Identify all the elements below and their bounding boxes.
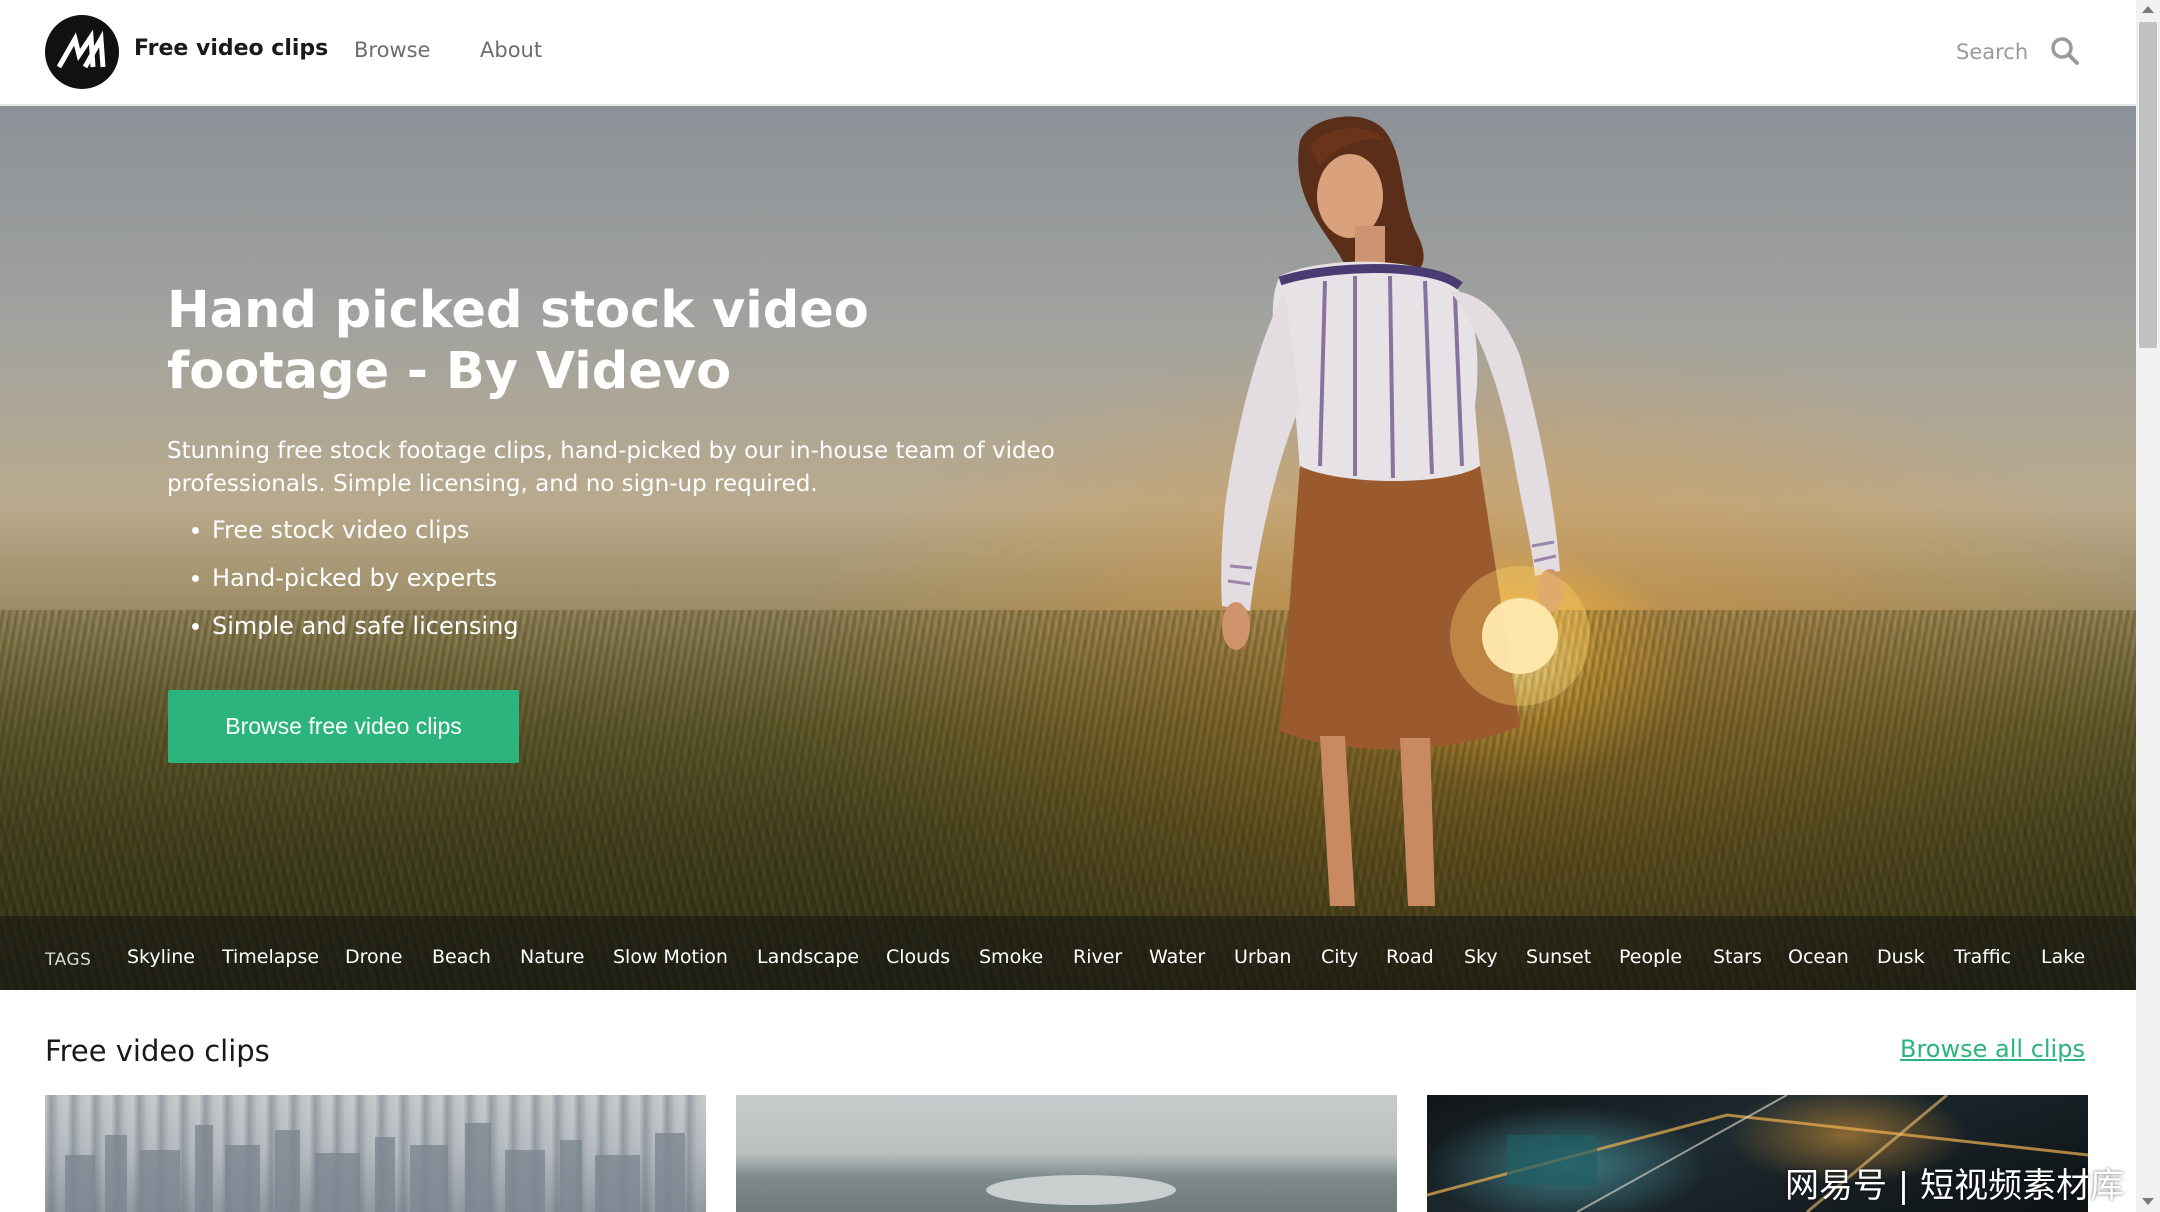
hero-subtitle: Stunning free stock footage clips, hand-… [167, 438, 1055, 497]
tag-link[interactable]: Beach [432, 946, 491, 968]
scroll-up-arrow-icon[interactable] [2142, 6, 2154, 13]
hero-banner: Hand picked stock video footage - By Vid… [0, 106, 2136, 990]
clip-thumbnail-river[interactable] [736, 1095, 1397, 1212]
search-icon[interactable] [2050, 36, 2080, 66]
tag-link[interactable]: River [1073, 946, 1122, 968]
tag-link[interactable]: Smoke [979, 946, 1043, 968]
brand-title[interactable]: Free video clips [134, 36, 328, 61]
clip-thumbnail-skyline[interactable] [45, 1095, 706, 1212]
hero-woman-image [1221, 116, 1563, 906]
list-item: Simple and safe licensing [167, 602, 519, 650]
river-image [986, 1175, 1176, 1205]
list-item: Free stock video clips [167, 506, 519, 554]
tag-link[interactable]: Water [1149, 946, 1205, 968]
nav-about-link[interactable]: About [480, 38, 542, 62]
tag-link[interactable]: Landscape [757, 946, 859, 968]
scrollbar-thumb[interactable] [2139, 22, 2157, 348]
list-item: Hand-picked by experts [167, 554, 519, 602]
tag-link[interactable]: Sky [1464, 946, 1498, 968]
tag-link[interactable]: City [1321, 946, 1358, 968]
tag-link[interactable]: Stars [1713, 946, 1762, 968]
tag-link[interactable]: Traffic [1954, 946, 2011, 968]
tag-link[interactable]: Sunset [1526, 946, 1591, 968]
tag-link[interactable]: Nature [520, 946, 584, 968]
tag-link[interactable]: Urban [1234, 946, 1291, 968]
tag-link[interactable]: People [1619, 946, 1682, 968]
city-skyline-image [65, 1123, 685, 1212]
tags-bar: TAGS Skyline Timelapse Drone Beach Natur… [0, 916, 2136, 990]
section-title: Free video clips [45, 1034, 270, 1068]
sun-flare [1450, 566, 1590, 706]
hero-title: Hand picked stock video footage - By Vid… [167, 281, 869, 401]
tag-link[interactable]: Skyline [127, 946, 195, 968]
top-navbar: Free video clips Browse About Search [0, 0, 2136, 106]
tags-label: TAGS [45, 950, 92, 970]
browse-all-clips-link[interactable]: Browse all clips [1900, 1035, 2085, 1063]
tag-link[interactable]: Clouds [886, 946, 950, 968]
videvo-logo-icon[interactable] [45, 15, 119, 89]
search-input[interactable]: Search [1956, 40, 2028, 64]
browse-free-clips-button[interactable]: Browse free video clips [168, 690, 519, 763]
tag-link[interactable]: Timelapse [222, 946, 319, 968]
tag-link[interactable]: Lake [2041, 946, 2085, 968]
tag-link[interactable]: Drone [345, 946, 402, 968]
watermark-text: 网易号 | 短视频素材库 [1785, 1166, 2125, 1206]
nav-browse-link[interactable]: Browse [354, 38, 430, 62]
tag-link[interactable]: Ocean [1788, 946, 1849, 968]
tag-link[interactable]: Slow Motion [613, 946, 728, 968]
tag-link[interactable]: Dusk [1877, 946, 1925, 968]
tag-link[interactable]: Road [1386, 946, 1434, 968]
hero-feature-list: Free stock video clips Hand-picked by ex… [167, 506, 519, 650]
scroll-down-arrow-icon[interactable] [2142, 1198, 2154, 1205]
